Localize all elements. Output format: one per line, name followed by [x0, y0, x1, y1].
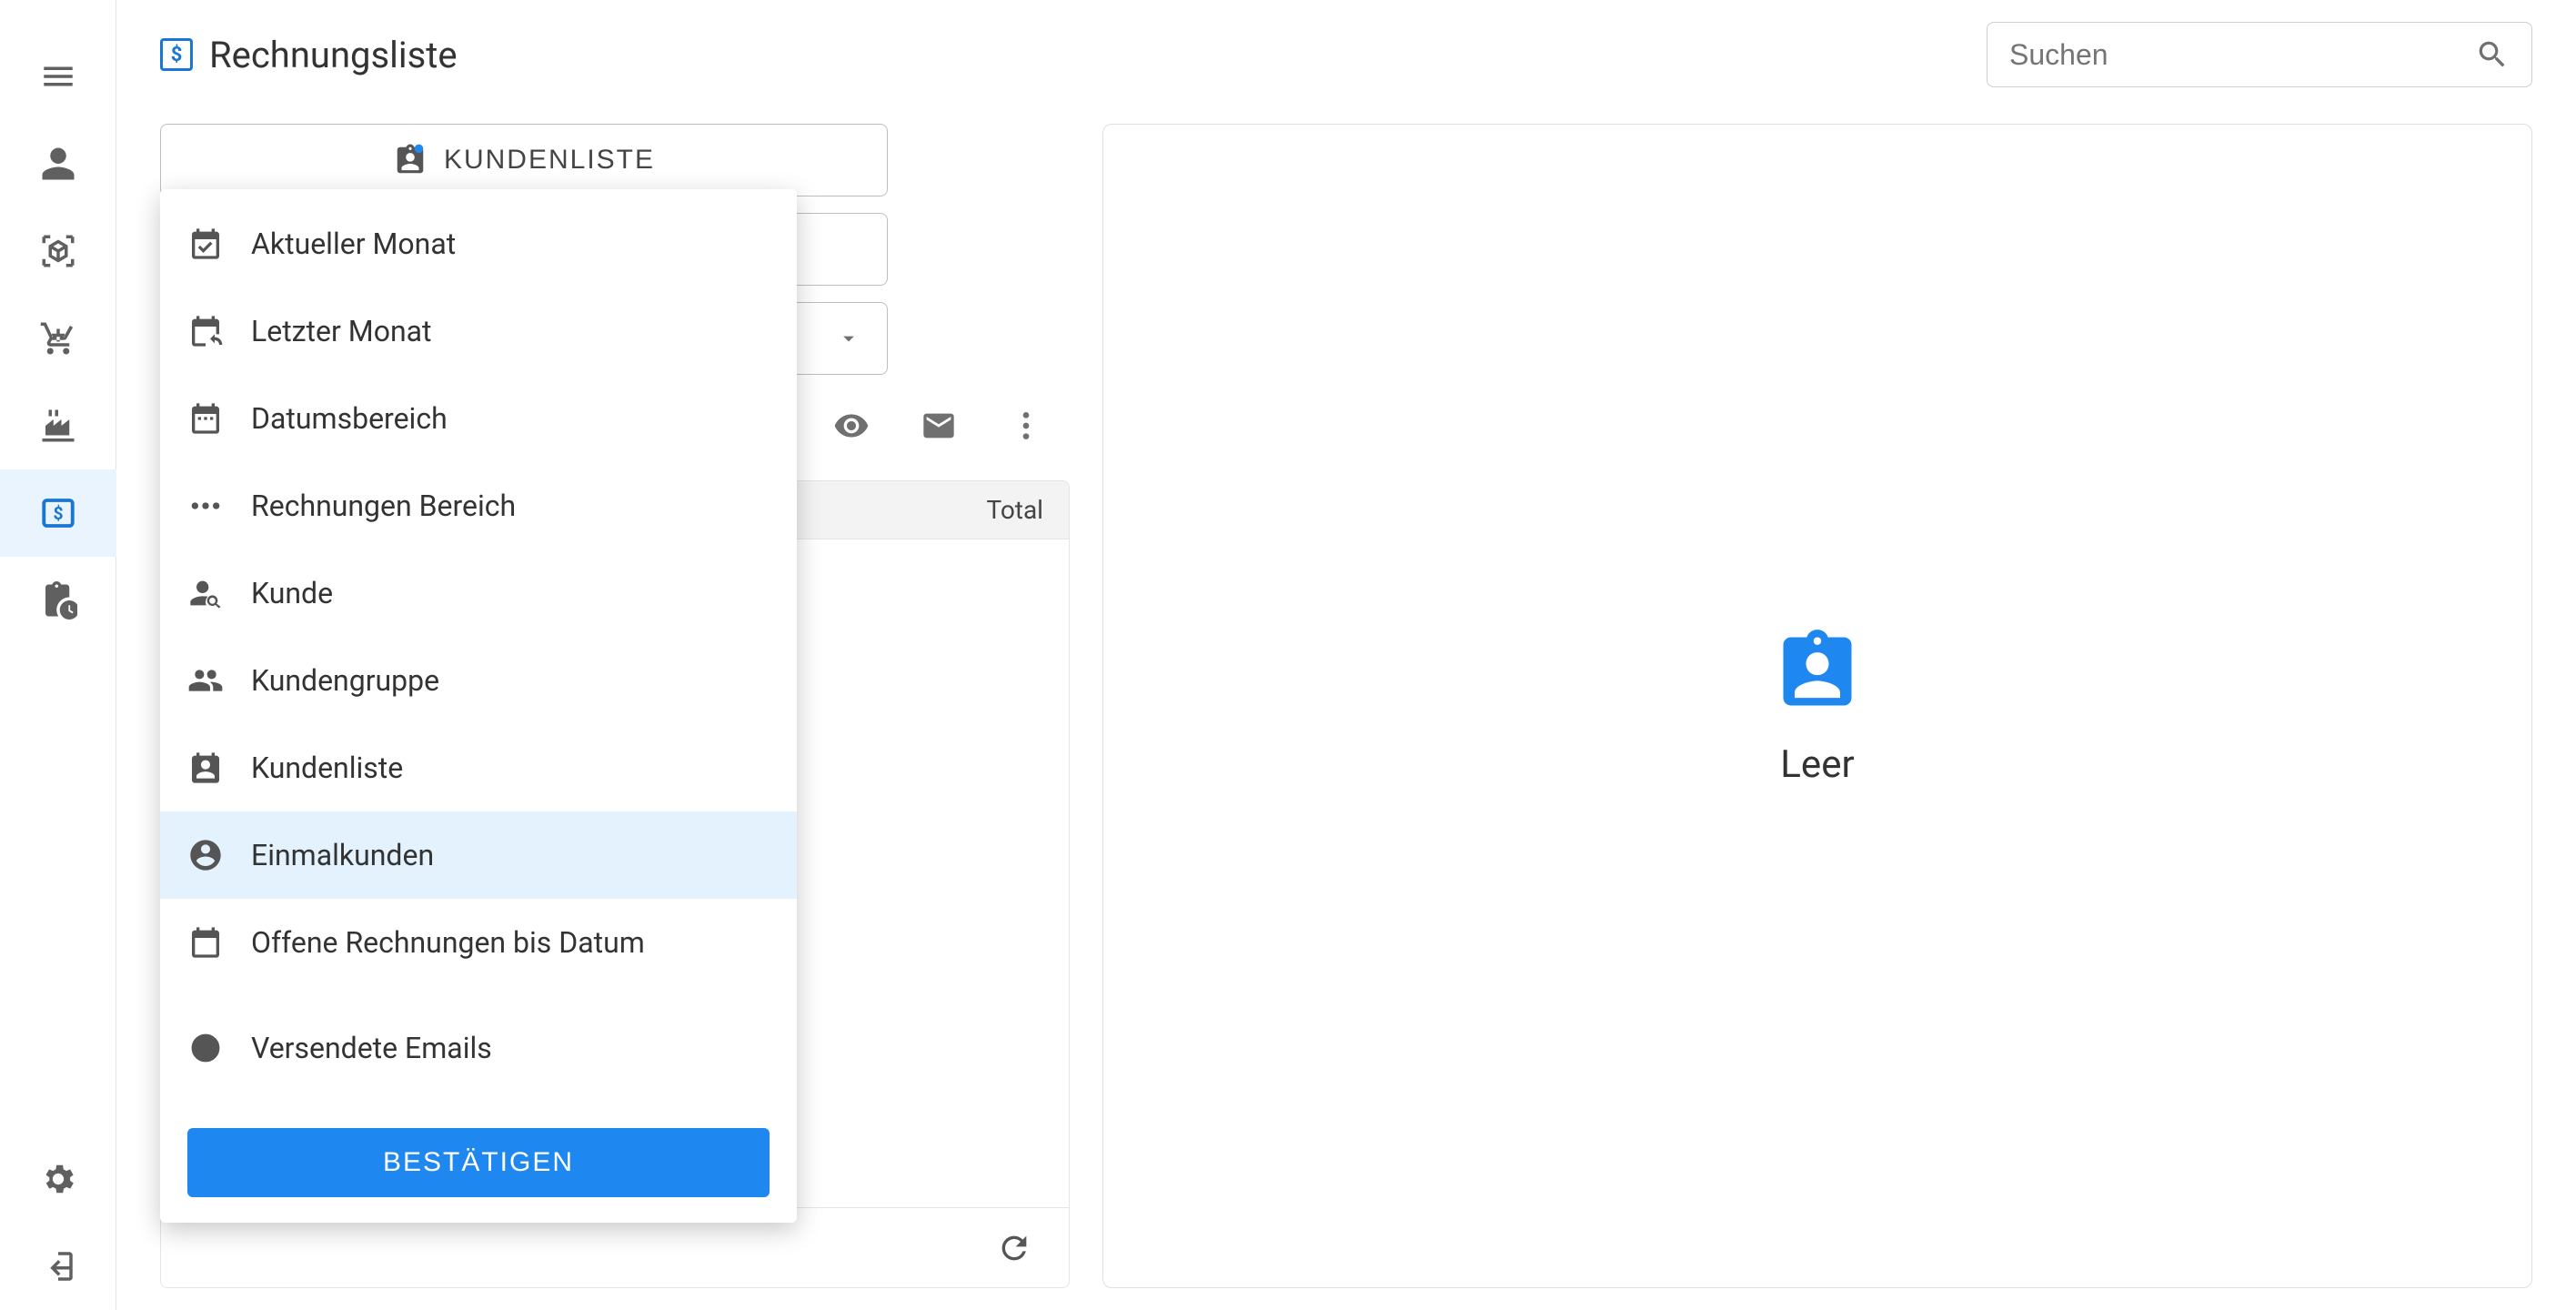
contact-list-icon	[187, 750, 224, 786]
sidebar-item-products[interactable]	[0, 207, 116, 295]
sidebar-item-customers[interactable]	[0, 120, 116, 207]
dots-range-icon	[187, 488, 224, 524]
dd-label: Kundenliste	[251, 751, 403, 785]
search-icon	[2475, 37, 2510, 72]
email-action[interactable]	[921, 408, 957, 444]
dd-kundengruppe[interactable]: Kundengruppe	[160, 637, 797, 724]
sidebar-item-invoices[interactable]: $	[0, 469, 116, 557]
sidebar-item-tasks[interactable]	[0, 557, 116, 644]
calendar-check-icon	[187, 226, 224, 262]
dd-label: Letzter Monat	[251, 314, 432, 348]
calendar-blank-icon	[187, 924, 224, 961]
dd-kunde[interactable]: Kunde	[160, 549, 797, 637]
filter-column: KUNDENLISTE Total	[160, 124, 1070, 1288]
dd-offene-rechnungen[interactable]: Offene Rechnungen bis Datum	[160, 899, 797, 986]
menu-toggle[interactable]	[0, 33, 116, 120]
factory-icon	[39, 407, 77, 445]
cart-add-icon	[39, 319, 77, 358]
visibility-action[interactable]	[833, 408, 870, 444]
kundenliste-button[interactable]: KUNDENLISTE	[160, 124, 888, 196]
sidebar: $	[0, 0, 116, 1310]
dd-label: Versendete Emails	[251, 1031, 492, 1065]
dd-label: Offene Rechnungen bis Datum	[251, 925, 645, 960]
empty-label: Leer	[1780, 742, 1854, 787]
dd-label: Kundengruppe	[251, 663, 439, 698]
dd-letzter-monat[interactable]: Letzter Monat	[160, 287, 797, 375]
hamburger-icon	[39, 57, 77, 96]
cube-scan-icon	[39, 232, 77, 270]
dd-rechnungen-bereich[interactable]: Rechnungen Bereich	[160, 462, 797, 549]
logout-icon	[39, 1247, 77, 1285]
search-input[interactable]	[2009, 38, 2475, 72]
dd-label: Kunde	[251, 576, 333, 610]
kundenliste-label: KUNDENLISTE	[444, 145, 655, 176]
chevron-down-icon	[836, 326, 861, 351]
radio-unchecked-icon	[187, 1030, 224, 1066]
dd-label: Einmalkunden	[251, 838, 434, 872]
confirm-button[interactable]: BESTÄTIGEN	[187, 1128, 770, 1197]
assignment-ind-icon	[1772, 626, 1863, 717]
invoice-title-icon: $	[160, 38, 193, 71]
mail-icon	[921, 408, 957, 444]
page-title-block: $ Rechnungsliste	[160, 34, 458, 76]
svg-text:$: $	[53, 503, 63, 524]
main-content: $ Rechnungsliste KUNDENLISTE	[116, 0, 2576, 1310]
search-box[interactable]	[1987, 22, 2532, 87]
dd-label: Datumsbereich	[251, 401, 448, 436]
dd-label: Aktueller Monat	[251, 227, 456, 261]
dd-versendete-emails[interactable]: Versendete Emails	[160, 1004, 797, 1092]
more-vert-icon	[1008, 408, 1044, 444]
account-circle-icon	[187, 837, 224, 873]
refresh-icon[interactable]	[996, 1230, 1032, 1266]
invoice-icon: $	[39, 494, 77, 532]
col-total: Total	[986, 495, 1043, 525]
calendar-undo-icon	[187, 313, 224, 349]
group-icon	[187, 662, 224, 699]
date-range-icon	[187, 400, 224, 437]
sidebar-item-company[interactable]	[0, 382, 116, 469]
dd-einmalkunden[interactable]: Einmalkunden	[160, 811, 797, 899]
gear-icon	[39, 1160, 77, 1198]
page-title: Rechnungsliste	[209, 34, 458, 76]
empty-state-icon	[1772, 626, 1863, 720]
contact-badge-icon	[393, 143, 428, 177]
eye-icon	[833, 408, 870, 444]
more-action[interactable]	[1008, 408, 1044, 444]
sidebar-item-settings[interactable]	[0, 1135, 116, 1223]
detail-panel: Leer	[1102, 124, 2532, 1288]
dd-label: Rechnungen Bereich	[251, 489, 516, 523]
dd-kundenliste[interactable]: Kundenliste	[160, 724, 797, 811]
person-search-icon	[187, 575, 224, 611]
clipboard-clock-icon	[39, 581, 77, 620]
person-icon	[39, 145, 77, 183]
sidebar-item-logout[interactable]	[0, 1223, 116, 1310]
sidebar-item-orders[interactable]	[0, 295, 116, 382]
dd-datumsbereich[interactable]: Datumsbereich	[160, 375, 797, 462]
dd-aktueller-monat[interactable]: Aktueller Monat	[160, 200, 797, 287]
filter-dropdown: Aktueller Monat Letzter Monat Datumsbere…	[160, 189, 797, 1223]
